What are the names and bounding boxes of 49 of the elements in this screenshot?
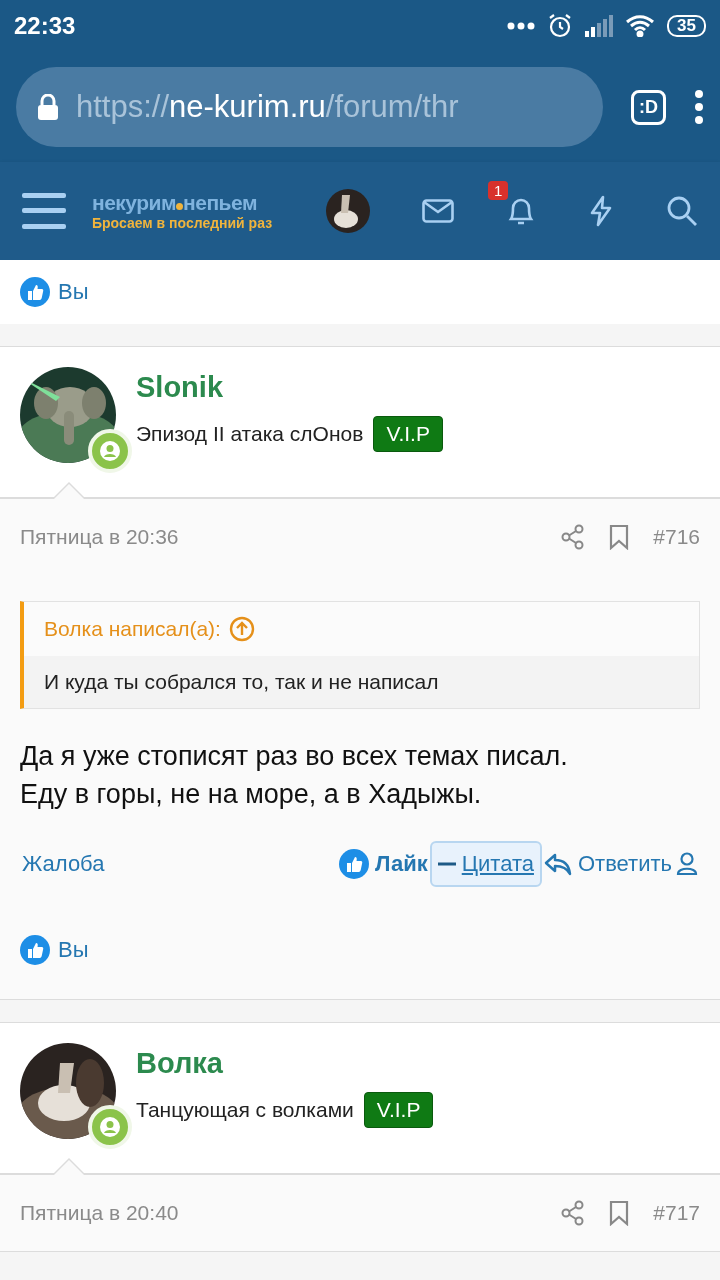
thumbs-up-icon (338, 849, 369, 879)
author-name[interactable]: Волка (136, 1047, 434, 1080)
mail-icon[interactable] (422, 199, 454, 223)
report-link[interactable]: Жалоба (20, 839, 107, 889)
post-number[interactable]: #717 (653, 1201, 700, 1225)
post-text: Да я уже стописят раз во всех темах писал. (20, 740, 569, 773)
quote-text: И куда ты собрался то, так и не написал (24, 656, 699, 708)
search-icon[interactable] (666, 195, 698, 227)
user-icon (676, 852, 698, 876)
signal-icon (585, 15, 614, 37)
vip-badge: V.I.P (363, 1092, 434, 1128)
address-field[interactable]: https://ne-kurim.ru/forum/thr (16, 67, 603, 147)
menu-icon[interactable] (22, 193, 66, 229)
battery-level: 35 (667, 15, 706, 37)
lightning-icon[interactable] (588, 195, 614, 227)
notification-count: 1 (488, 181, 509, 200)
reply-icon (543, 852, 572, 876)
post-date[interactable]: Пятница в 20:40 (20, 1201, 538, 1225)
clock-time: 22:33 (14, 12, 77, 40)
logo-tagline: Бросаем в последний раз (92, 215, 274, 231)
tabs-button[interactable]: :D (631, 89, 666, 125)
arrow-up-icon[interactable] (228, 616, 255, 642)
post-text: Еду в горы, не на море, а в Хадыжы. (20, 778, 483, 811)
logo-text[interactable]: некурим (92, 191, 177, 215)
share-icon[interactable] (561, 1200, 586, 1226)
minus-icon (437, 862, 456, 866)
user-title: Эпизод II атака слОнов (136, 422, 364, 446)
user-title: Танцующая с волками (136, 1098, 354, 1122)
lock-icon (38, 94, 58, 120)
logo-text[interactable]: непьем (183, 191, 257, 215)
like-link[interactable]: Лайк (336, 837, 430, 891)
author-name[interactable]: Slonik (136, 371, 443, 404)
dot-icon (176, 203, 184, 210)
reply-link[interactable]: Ответить (541, 839, 674, 889)
bookmark-icon[interactable] (609, 1200, 630, 1226)
post-number[interactable]: #716 (653, 525, 700, 549)
share-icon[interactable] (561, 524, 586, 550)
post-date[interactable]: Пятница в 20:36 (20, 525, 538, 549)
menu-icon[interactable] (694, 90, 704, 124)
reaction-users[interactable]: Вы (58, 279, 89, 305)
reaction-users[interactable]: Вы (58, 937, 89, 963)
vip-badge: V.I.P (373, 416, 443, 452)
more-icon (507, 22, 536, 30)
thumbs-up-icon (20, 935, 50, 965)
wifi-icon (625, 15, 656, 37)
bookmark-icon[interactable] (609, 524, 630, 550)
quote-author[interactable]: Волка написал(а): (44, 617, 221, 641)
thumbs-up-icon (20, 277, 50, 307)
quote-link[interactable]: Цитата (429, 841, 542, 887)
